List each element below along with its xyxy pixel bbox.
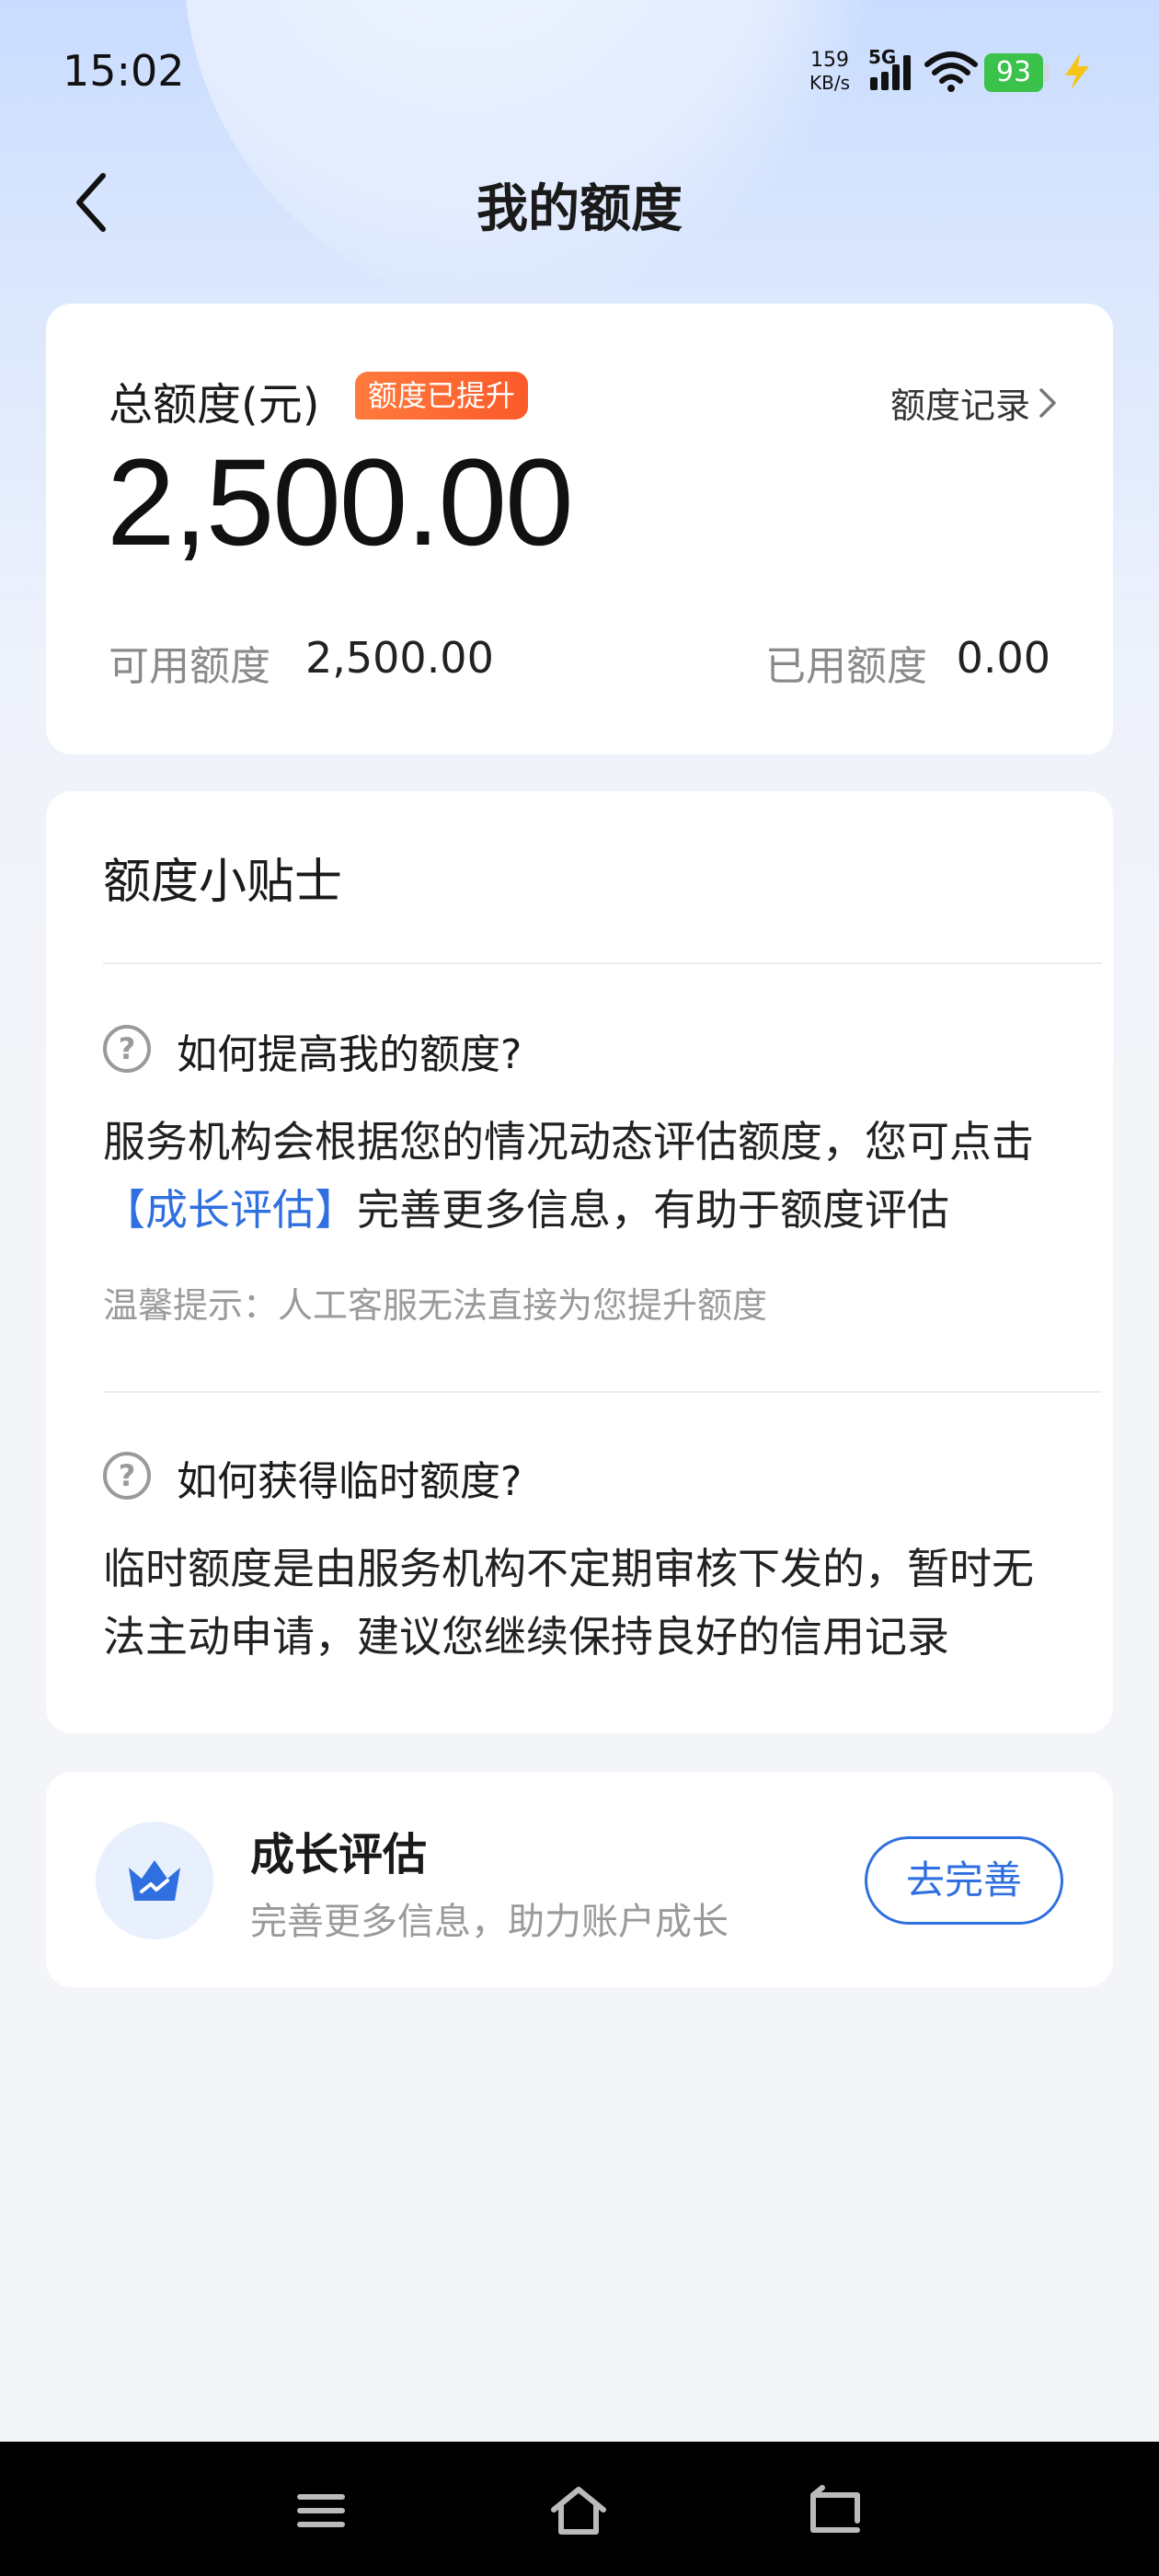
home-icon (551, 2487, 606, 2535)
question-icon: ? (103, 1025, 151, 1073)
used-quota-value: 0.00 (956, 633, 1050, 683)
tip-hint: 温馨提示：人工客服无法直接为您提升额度 (103, 1285, 768, 1326)
growth-crown-icon (129, 1860, 180, 1901)
tip-answer-line: 服务机构会根据您的情况动态评估额度，您可点击 (103, 1117, 1034, 1167)
available-quota-value: 2,500.00 (305, 633, 494, 683)
menu-button[interactable] (289, 2478, 353, 2543)
battery-level: 93 (984, 53, 1043, 92)
tip-answer-line: 【成长评估】完善更多信息，有助于额度评估 (103, 1176, 1115, 1244)
growth-title: 成长评估 (250, 1829, 428, 1880)
network-speed-unit: KB/s (809, 72, 850, 94)
tip-answer-line: 临时额度是由服务机构不定期审核下发的，暂时无 (103, 1544, 1034, 1593)
tip-question: 如何提高我的额度? (177, 1031, 522, 1078)
status-time: 15:02 (63, 46, 185, 96)
cellular-signal-icon: 5G (868, 46, 916, 94)
tip-answer-suffix: 完善更多信息，有助于额度评估 (357, 1185, 949, 1235)
battery-cap (1044, 64, 1050, 81)
complete-info-button[interactable]: 去完善 (865, 1836, 1063, 1925)
menu-icon (297, 2494, 345, 2527)
divider (103, 962, 1102, 964)
growth-assessment-link[interactable]: 【成长评估】 (103, 1185, 357, 1235)
network-speed-value: 159 (810, 49, 849, 72)
quota-card: 总额度(元) 额度已提升 额度记录 2,500.00 可用额度 2,500.00… (46, 304, 1113, 754)
quota-tips-card: 额度小贴士 ? 如何提高我的额度? 服务机构会根据您的情况动态评估额度，您可点击… (46, 791, 1113, 1733)
battery-icon: 93 (984, 53, 1050, 92)
chevron-right-icon (1039, 387, 1056, 418)
system-navigation-bar (0, 2442, 1159, 2576)
total-quota-amount: 2,500.00 (107, 434, 574, 571)
home-button[interactable] (546, 2478, 611, 2543)
used-quota-label: 已用额度 (765, 643, 927, 690)
quota-record-link[interactable]: 额度记录 (890, 377, 1058, 428)
charging-icon (1060, 52, 1093, 92)
growth-icon-container (96, 1822, 213, 1939)
page-title: 我的额度 (476, 179, 683, 239)
back-nav-button[interactable] (804, 2478, 868, 2543)
status-bar: 15:02 159 KB/s 5G 93 (0, 0, 1159, 147)
wifi-icon (924, 48, 979, 94)
total-quota-label: 总额度(元) (109, 379, 320, 431)
tip-answer-line: 法主动申请，建议您继续保持良好的信用记录 (103, 1612, 949, 1662)
tips-title: 额度小贴士 (103, 855, 343, 910)
network-speed: 159 KB/s (802, 49, 857, 95)
question-icon: ? (103, 1452, 151, 1500)
quota-record-label: 额度记录 (889, 385, 1030, 426)
growth-assessment-card: 成长评估 完善更多信息，助力账户成长 去完善 (46, 1772, 1113, 1987)
quota-raised-badge: 额度已提升 (355, 372, 529, 420)
tip-answer: 服务机构会根据您的情况动态评估额度，您可点击 【成长评估】完善更多信息，有助于额… (103, 1108, 1115, 1244)
return-icon (810, 2485, 860, 2533)
tip-question: 如何获得临时额度? (177, 1458, 522, 1505)
growth-subtitle: 完善更多信息，助力账户成长 (250, 1901, 729, 1943)
tip-answer: 临时额度是由服务机构不定期审核下发的，暂时无 法主动申请，建议您继续保持良好的信… (103, 1535, 1115, 1671)
divider (103, 1391, 1102, 1393)
available-quota-label: 可用额度 (109, 643, 270, 690)
